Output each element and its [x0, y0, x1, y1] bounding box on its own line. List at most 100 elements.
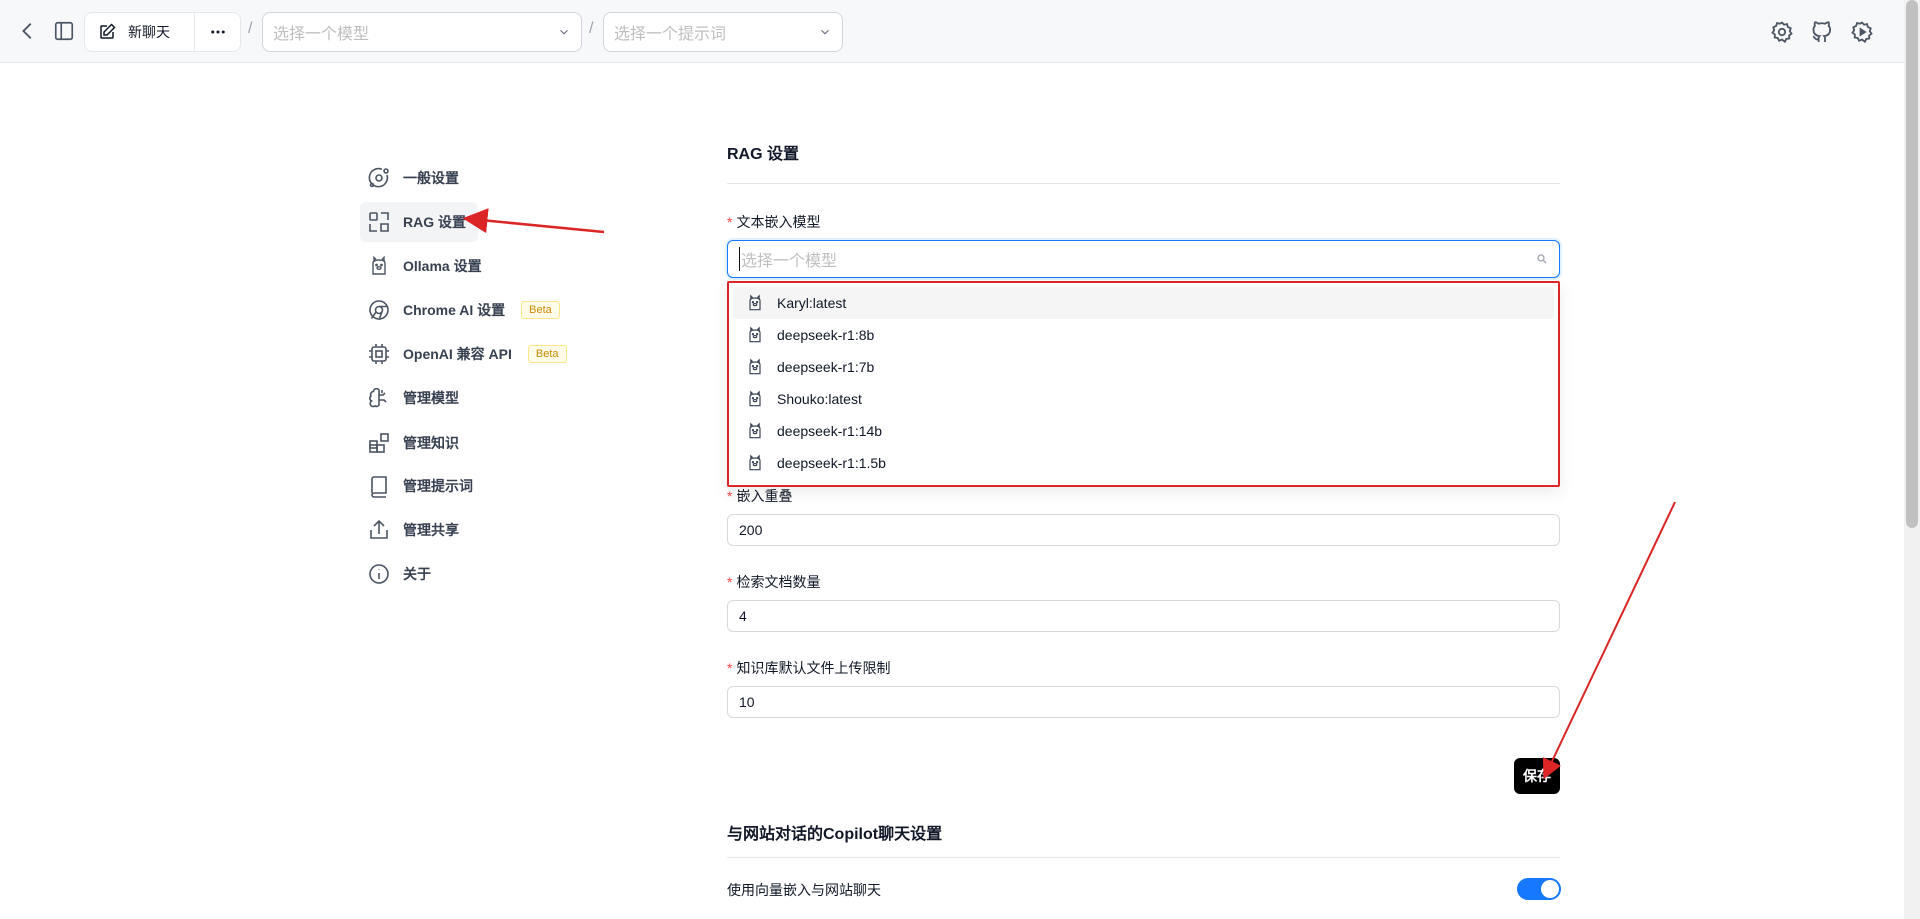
retrieval-count-input[interactable]: 4: [727, 600, 1560, 632]
model-option-label: deepseek-r1:8b: [777, 327, 875, 343]
model-option[interactable]: deepseek-r1:7b: [733, 351, 1554, 383]
nav-item-openai-api[interactable]: OpenAI 兼容 API Beta: [360, 334, 567, 374]
model-option-label: deepseek-r1:1.5b: [777, 455, 886, 471]
nav-item-label: Chrome AI 设置: [403, 302, 506, 318]
annotation-arrow: [462, 208, 605, 234]
cog-icon: [1771, 21, 1793, 44]
nav-item-manage-prompts[interactable]: 管理提示词: [360, 466, 478, 506]
model-option[interactable]: Karyl:latest: [733, 287, 1554, 319]
search-icon: [1537, 254, 1547, 264]
github-button[interactable]: [1808, 18, 1836, 46]
edit-icon: [100, 23, 116, 39]
model-select[interactable]: 选择一个模型: [262, 12, 582, 52]
upload-limit-value: 10: [739, 694, 755, 710]
required-asterisk: *: [727, 660, 733, 676]
upload-limit-input[interactable]: 10: [727, 686, 1560, 718]
required-asterisk: *: [727, 488, 733, 504]
beta-badge: Beta: [521, 301, 560, 319]
nav-item-label: 一般设置: [403, 170, 459, 186]
top-bar: 新聊天 / 选择一个模型 / 选择一个提示词: [0, 0, 1904, 63]
model-option-label: Shouko:latest: [777, 391, 862, 407]
nav-item-manage-knowledge[interactable]: 管理知识: [360, 423, 478, 463]
section-title: RAG 设置: [727, 146, 800, 163]
nav-item-label: OpenAI 兼容 API: [403, 346, 512, 362]
nav-item-about[interactable]: 关于: [360, 554, 478, 594]
sidepanel-settings-button[interactable]: [1848, 18, 1876, 46]
vector-embedding-toggle[interactable]: [1517, 878, 1561, 900]
llama-icon: [749, 422, 761, 439]
prompt-select[interactable]: 选择一个提示词: [603, 12, 843, 52]
new-chat-label: 新聊天: [128, 24, 170, 40]
chevron-down-icon: [821, 29, 829, 35]
nav-item-label: Ollama 设置: [403, 258, 482, 274]
back-button[interactable]: [14, 16, 42, 46]
llama-icon: [749, 326, 761, 343]
model-option-label: deepseek-r1:14b: [777, 423, 883, 439]
divider: [727, 857, 1560, 858]
nav-item-label: 关于: [403, 566, 431, 582]
chevron-down-icon: [560, 29, 568, 35]
save-button[interactable]: 保存: [1514, 758, 1560, 794]
nav-item-label: 管理知识: [403, 435, 459, 451]
chrome-icon: [367, 298, 391, 322]
embedding-model-label: * 文本嵌入模型: [727, 214, 821, 230]
llama-icon: [749, 358, 761, 375]
model-option[interactable]: deepseek-r1:8b: [733, 319, 1554, 351]
nav-item-manage-sharing[interactable]: 管理共享: [360, 510, 478, 550]
nav-item-label: 管理提示词: [403, 478, 473, 494]
more-horizontal-icon: [210, 30, 225, 34]
gear-play-icon: [1851, 21, 1873, 44]
copilot-section-title: 与网站对话的Copilot聊天设置: [727, 826, 943, 843]
toggle-sidebar-button[interactable]: [50, 16, 78, 46]
cpu-icon: [367, 342, 391, 366]
embedding-model-select[interactable]: 选择一个模型: [727, 240, 1560, 278]
orbit-icon: [367, 166, 391, 190]
required-asterisk: *: [727, 214, 733, 230]
chunk-overlap-label: * 嵌入重叠: [727, 488, 793, 504]
prompt-select-placeholder: 选择一个提示词: [614, 26, 727, 43]
book-icon: [367, 474, 391, 498]
nav-item-general[interactable]: 一般设置: [360, 158, 478, 198]
llama-icon: [367, 254, 391, 278]
divider: [727, 183, 1560, 184]
nav-item-manage-models[interactable]: 管理模型: [360, 378, 478, 418]
model-select-placeholder: 选择一个模型: [273, 26, 370, 43]
model-option[interactable]: Shouko:latest: [733, 383, 1554, 415]
rag-settings-panel: RAG 设置 * 文本嵌入模型 选择一个模型 Karyl:latest deeps…: [727, 140, 1561, 900]
model-option[interactable]: deepseek-r1:1.5b: [733, 447, 1554, 479]
model-option-label: deepseek-r1:7b: [777, 359, 875, 375]
model-option[interactable]: deepseek-r1:14b: [733, 415, 1554, 447]
beta-badge: Beta: [527, 345, 567, 363]
github-icon: [1812, 21, 1831, 42]
more-options-button[interactable]: [195, 13, 240, 51]
retrieval-count-label: * 检索文档数量: [727, 574, 821, 590]
nav-item-chrome-ai[interactable]: Chrome AI 设置 Beta: [360, 290, 560, 330]
chevron-left-icon: [22, 23, 32, 39]
required-asterisk: *: [727, 574, 733, 590]
nav-item-label: 管理共享: [403, 522, 459, 538]
nav-item-label: RAG 设置: [403, 214, 466, 230]
llama-icon: [749, 390, 761, 407]
brain-icon: [367, 386, 391, 410]
breadcrumb-separator: /: [589, 20, 594, 37]
annotation-arrow: [1542, 501, 1676, 780]
upload-limit-label: * 知识库默认文件上传限制: [727, 660, 891, 676]
chunk-overlap-value: 200: [739, 522, 763, 538]
info-icon: [367, 562, 391, 586]
blocks-icon: [367, 431, 391, 455]
breadcrumb-separator: /: [248, 20, 253, 37]
vector-embedding-label: 使用向量嵌入与网站聊天: [727, 882, 881, 898]
embedding-model-placeholder: 选择一个模型: [739, 247, 1536, 271]
chunk-overlap-input[interactable]: 200: [727, 514, 1560, 546]
model-dropdown: Karyl:latest deepseek-r1:8b deepseek-r1:…: [727, 281, 1560, 487]
model-option-label: Karyl:latest: [777, 295, 847, 311]
sidebar-icon: [54, 21, 74, 41]
share-icon: [367, 518, 391, 542]
nav-item-rag[interactable]: RAG 设置: [360, 202, 478, 242]
nav-item-ollama[interactable]: Ollama 设置: [360, 246, 482, 286]
llama-icon: [749, 454, 761, 471]
settings-button[interactable]: [1768, 18, 1796, 46]
scrollbar-thumb[interactable]: [1906, 0, 1918, 528]
new-chat-button[interactable]: 新聊天: [85, 13, 195, 51]
nav-item-label: 管理模型: [403, 390, 459, 406]
